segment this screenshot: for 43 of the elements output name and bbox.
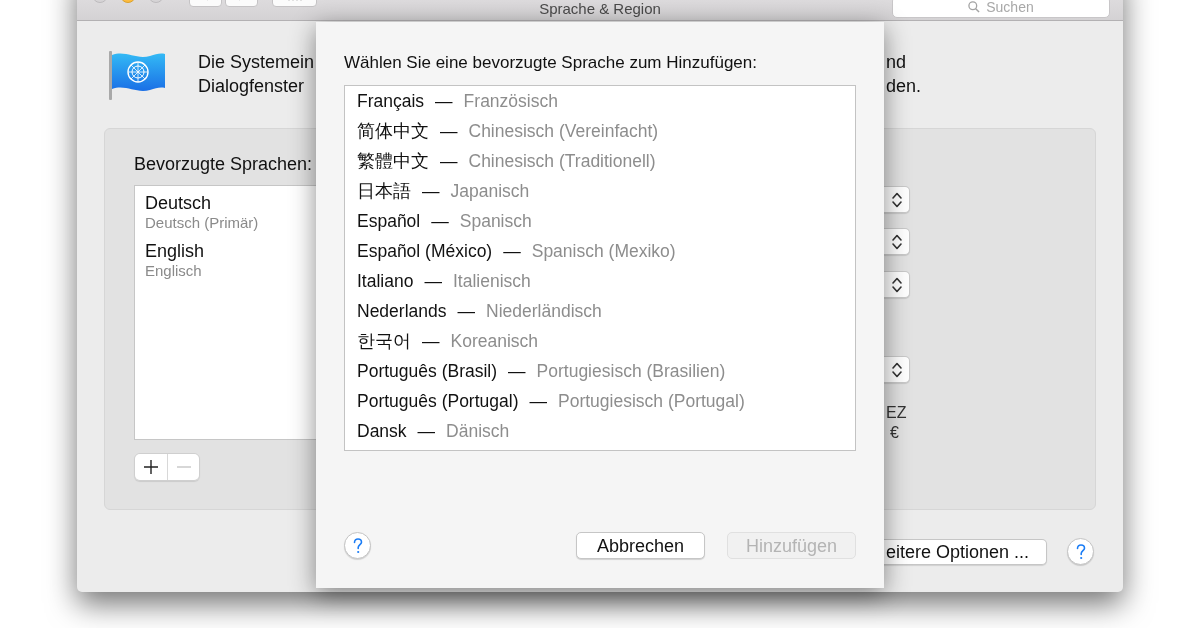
search-icon: [968, 1, 981, 13]
help-button[interactable]: [344, 532, 371, 559]
language-option[interactable]: Nederlands — Niederländisch: [357, 296, 855, 326]
region-value: EZ: [886, 403, 907, 423]
language-option[interactable]: Français — Französisch: [357, 86, 855, 116]
plus-icon: [144, 460, 158, 474]
language-option[interactable]: 한국어 — Koreanisch: [357, 326, 855, 356]
window-title: Sprache & Region: [539, 0, 661, 18]
flag-icon: [108, 50, 166, 100]
popup-button[interactable]: [884, 271, 910, 298]
language-option[interactable]: 日本語 — Japanisch: [357, 176, 855, 206]
popup-button[interactable]: [884, 228, 910, 255]
help-icon: [1075, 543, 1086, 560]
dialog-title: Wählen Sie eine bevorzugte Sprache zum Hinzufügen:: [344, 52, 758, 74]
language-option[interactable]: 繁體中文 — Chinesisch (Traditionell): [357, 146, 855, 176]
language-detail: Deutsch (Primär): [145, 214, 260, 232]
language-list-item[interactable]: Deutsch Deutsch (Primär): [145, 192, 316, 232]
language-option[interactable]: Italiano — Italienisch: [357, 266, 855, 296]
language-option[interactable]: Español — Spanisch: [357, 206, 855, 236]
description-text: den.: [886, 75, 922, 98]
add-button[interactable]: [135, 454, 167, 480]
language-option[interactable]: Português (Portugal) — Portugiesisch (Portugal): [357, 386, 855, 416]
language-name: Deutsch: [145, 192, 213, 214]
description-text: Dialogfenster: [198, 75, 305, 98]
cancel-button[interactable]: Abbrechen: [576, 532, 705, 559]
language-name: English: [145, 240, 206, 262]
popup-button[interactable]: [884, 356, 910, 383]
language-list-item[interactable]: English Englisch: [145, 240, 316, 280]
preferred-languages-label: Bevorzugte Sprachen:: [134, 153, 313, 175]
help-icon: [352, 537, 363, 554]
description-text: Die Systemein: [198, 51, 315, 74]
language-option[interactable]: Português (Brasil) — Portugiesisch (Brasilien): [357, 356, 855, 386]
region-value: €: [890, 423, 899, 443]
language-option[interactable]: 简体中文 — Chinesisch (Vereinfacht): [357, 116, 855, 146]
search-placeholder: Suchen: [986, 0, 1034, 15]
help-button[interactable]: [1067, 538, 1094, 565]
language-option[interactable]: Español (México) — Spanisch (Mexiko): [357, 236, 855, 266]
language-detail: Englisch: [145, 262, 203, 280]
language-option[interactable]: Dansk — Dänisch: [357, 416, 855, 446]
popup-button[interactable]: [884, 186, 910, 213]
description-text: nd: [886, 51, 907, 74]
more-options-button[interactable]: eitere Optionen ...: [883, 538, 1047, 565]
minus-icon: [176, 466, 191, 468]
